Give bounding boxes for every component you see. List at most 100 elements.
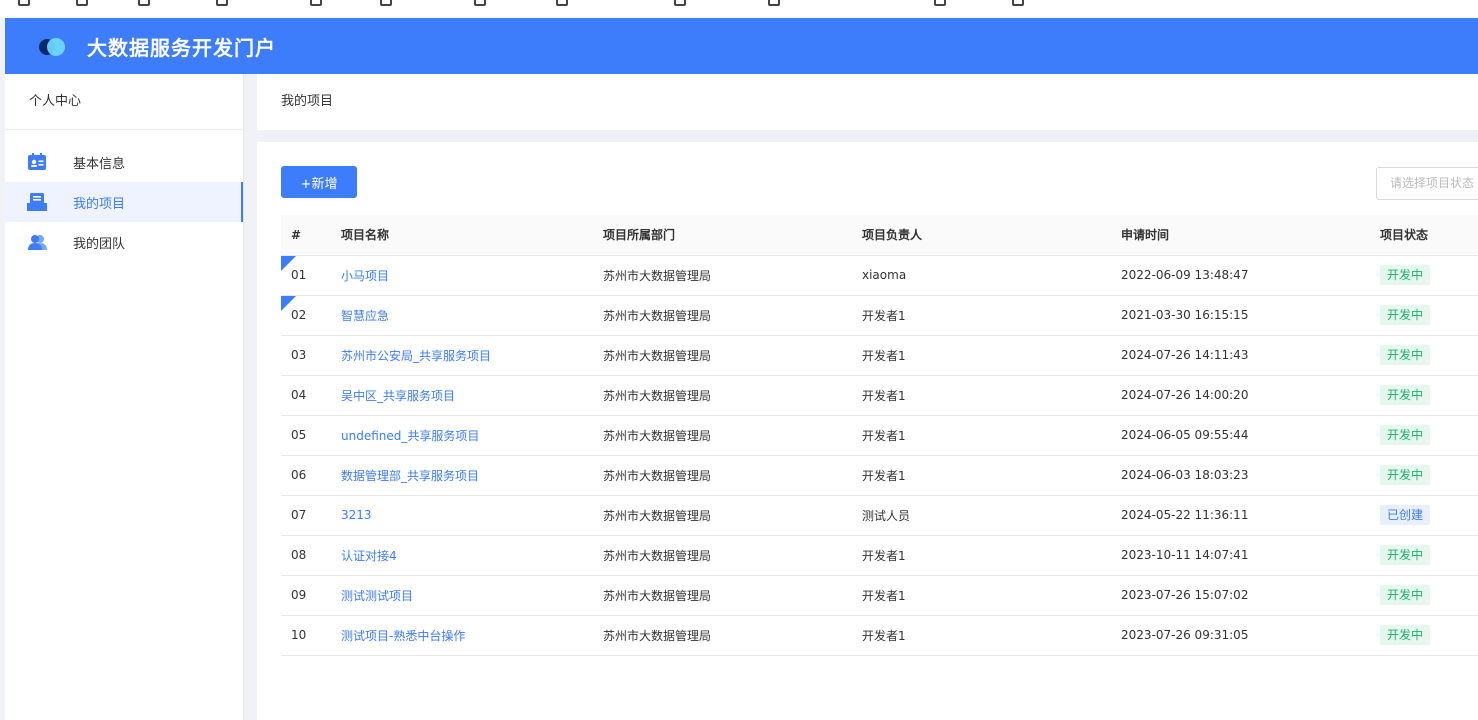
apply-time: 2024-07-26 14:00:20: [1121, 388, 1249, 402]
bookmark-item[interactable]: [380, 0, 392, 8]
table-row: 10 测试项目-熟悉中台操作 苏州市大数据管理局 开发者1 2023-07-26 09:…: [281, 615, 1478, 656]
apply-time: 2023-07-26 15:07:02: [1121, 588, 1249, 602]
table-row: 07 3213 苏州市大数据管理局 测试人员 2024-05-22 11:36:11 已创…: [281, 495, 1478, 536]
project-list-panel: +新增 请选择项目状态 # 项目名称 项目所属部门 项目负责人 申请时间 项目状…: [257, 142, 1478, 720]
row-index-cell: 04: [281, 375, 341, 416]
bookmark-item[interactable]: [768, 0, 780, 8]
bookmark-item[interactable]: [18, 0, 30, 8]
sidebar-item-label: 我的项目: [73, 196, 126, 212]
bookmark-item[interactable]: [138, 0, 150, 8]
project-name-link[interactable]: undefined_共享服务项目: [341, 429, 479, 443]
project-owner: 开发者1: [862, 428, 906, 443]
status-badge: 开发中: [1380, 305, 1431, 325]
folder-icon: [674, 0, 686, 6]
row-index-cell: 03: [281, 335, 341, 376]
project-icon: [27, 193, 47, 211]
add-project-button[interactable]: +新增: [281, 166, 357, 198]
apply-time: 2021-03-30 16:15:15: [1121, 308, 1249, 322]
folder-icon: [310, 0, 322, 6]
project-owner: 测试人员: [862, 508, 911, 523]
project-name-link[interactable]: 认证对接4: [341, 549, 397, 563]
project-dept: 苏州市大数据管理局: [603, 348, 712, 363]
column-header-owner: 项目负责人: [862, 215, 1121, 256]
bookmark-item[interactable]: [76, 0, 88, 8]
app-title: 大数据服务开发门户: [87, 35, 276, 60]
folder-icon: [380, 0, 392, 6]
table-row: 01 小马项目 苏州市大数据管理局 xiaoma 2022-06-09 13:48:47…: [281, 255, 1478, 296]
team-icon: [27, 233, 47, 251]
project-owner: 开发者1: [862, 588, 906, 603]
folder-icon: [1012, 0, 1024, 6]
project-owner: 开发者1: [862, 388, 906, 403]
folder-icon: [18, 0, 30, 6]
breadcrumb: 我的项目: [257, 74, 1478, 130]
project-dept: 苏州市大数据管理局: [603, 508, 712, 523]
bookmark-item[interactable]: [934, 0, 946, 8]
table-row: 02 智慧应急 苏州市大数据管理局 开发者1 2021-03-30 16:15:15 开发…: [281, 295, 1478, 336]
table-row: 09 测试测试项目 苏州市大数据管理局 开发者1 2023-07-26 15:07:02…: [281, 575, 1478, 616]
folder-icon: [76, 0, 88, 6]
apply-time: 2023-10-11 14:07:41: [1121, 548, 1249, 562]
project-dept: 苏州市大数据管理局: [603, 308, 712, 323]
project-dept: 苏州市大数据管理局: [603, 548, 712, 563]
sidebar-menu: 基本信息 我的项目 我的团队: [5, 130, 243, 262]
project-owner: 开发者1: [862, 308, 906, 323]
project-name-link[interactable]: 3213: [341, 508, 372, 522]
project-dept: 苏州市大数据管理局: [603, 468, 712, 483]
column-header-name: 项目名称: [341, 215, 603, 256]
project-name-link[interactable]: 吴中区_共享服务项目: [341, 389, 455, 403]
apply-time: 2024-07-26 14:11:43: [1121, 348, 1249, 362]
apply-time: 2023-07-26 09:31:05: [1121, 628, 1249, 642]
sidebar-item-basic-info[interactable]: 基本信息: [5, 142, 243, 182]
project-name-link[interactable]: 苏州市公安局_共享服务项目: [341, 349, 491, 363]
project-owner: 开发者1: [862, 348, 906, 363]
row-index-cell: 09: [281, 575, 341, 616]
row-index-cell: 05: [281, 415, 341, 456]
project-dept: 苏州市大数据管理局: [603, 588, 712, 603]
apply-time: 2024-06-05 09:55:44: [1121, 428, 1249, 442]
bookmark-item[interactable]: [556, 0, 568, 8]
status-badge: 开发中: [1380, 465, 1431, 485]
bookmark-item[interactable]: [1012, 0, 1024, 8]
app-header: 大数据服务开发门户: [5, 18, 1478, 74]
apply-time: 2022-06-09 13:48:47: [1121, 268, 1249, 282]
table-row: 03 苏州市公安局_共享服务项目 苏州市大数据管理局 开发者1 2024-07-26 1…: [281, 335, 1478, 376]
project-name-link[interactable]: 测试测试项目: [341, 589, 413, 603]
row-index-cell: 07: [281, 495, 341, 536]
table-row: 04 吴中区_共享服务项目 苏州市大数据管理局 开发者1 2024-07-26 14:0…: [281, 375, 1478, 416]
row-index: 03: [291, 348, 307, 362]
folder-icon: [934, 0, 946, 6]
sidebar-item-my-projects[interactable]: 我的项目: [5, 182, 243, 222]
status-filter-select[interactable]: 请选择项目状态: [1376, 167, 1478, 200]
sidebar-item-my-team[interactable]: 我的团队: [5, 222, 243, 262]
status-badge: 开发中: [1380, 425, 1431, 445]
bookmark-item[interactable]: [216, 0, 228, 8]
row-index: 07: [291, 508, 307, 522]
project-name-link[interactable]: 测试项目-熟悉中台操作: [341, 629, 465, 643]
sidebar-title: 个人中心: [5, 74, 243, 130]
project-owner: 开发者1: [862, 548, 906, 563]
project-dept: 苏州市大数据管理局: [603, 268, 712, 283]
project-name-link[interactable]: 智慧应急: [341, 309, 389, 323]
bookmark-item[interactable]: [310, 0, 322, 8]
project-dept: 苏州市大数据管理局: [603, 388, 712, 403]
row-index-cell: 02: [281, 295, 341, 336]
new-mark-icon: [281, 295, 296, 311]
project-owner: 开发者1: [862, 628, 906, 643]
status-badge: 开发中: [1380, 345, 1431, 365]
status-badge: 开发中: [1380, 385, 1431, 405]
project-dept: 苏州市大数据管理局: [603, 428, 712, 443]
project-name-link[interactable]: 数据管理部_共享服务项目: [341, 469, 479, 483]
project-dept: 苏州市大数据管理局: [603, 628, 712, 643]
folder-icon: [556, 0, 568, 6]
project-name-link[interactable]: 小马项目: [341, 269, 389, 283]
bookmark-item[interactable]: [674, 0, 686, 8]
project-owner: xiaoma: [862, 268, 907, 282]
column-header-dept: 项目所属部门: [603, 215, 862, 256]
status-badge: 开发中: [1380, 265, 1431, 285]
row-index-cell: 01: [281, 255, 341, 296]
row-index: 06: [291, 468, 307, 482]
logo-icon: [37, 36, 69, 56]
bookmark-item[interactable]: [474, 0, 486, 8]
row-index-cell: 06: [281, 455, 341, 496]
